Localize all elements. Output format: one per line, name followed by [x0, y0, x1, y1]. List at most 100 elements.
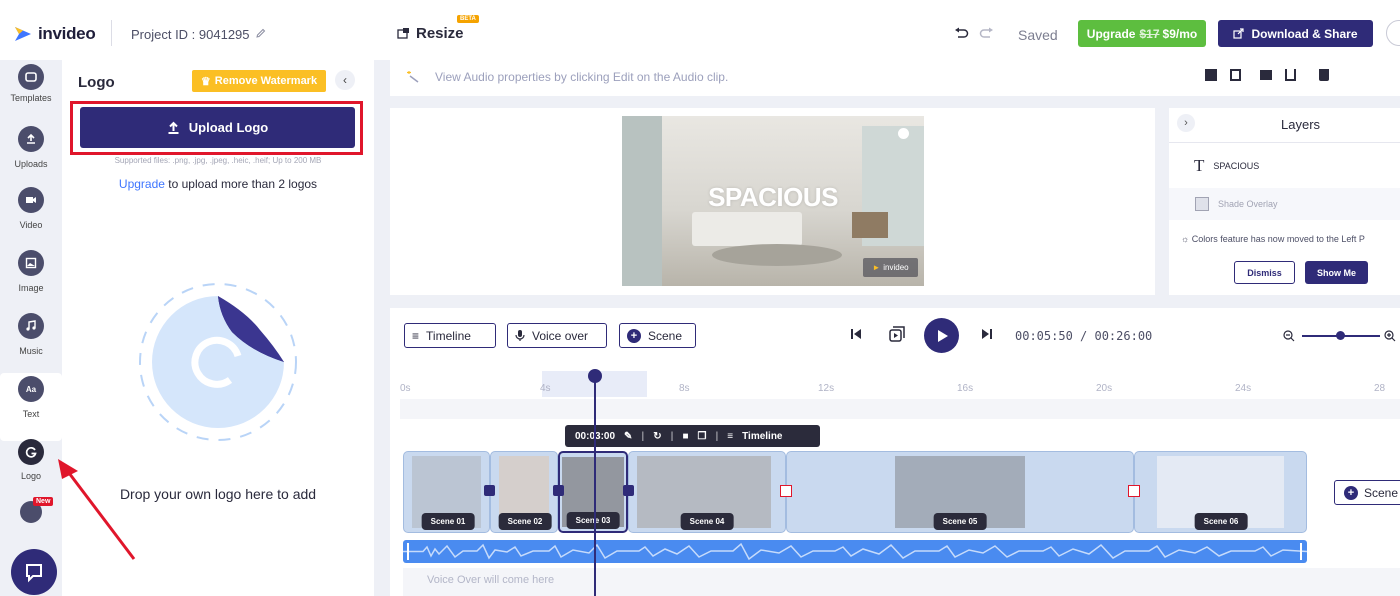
top-bar: invideo Project ID : 9041295 Resize BETA…	[0, 0, 1400, 60]
upgrade-info: Upgrade to upload more than 2 logos	[62, 177, 374, 191]
transition-icon[interactable]	[623, 485, 634, 496]
scene-clip[interactable]: Scene 01	[403, 451, 490, 533]
clip-toolbar: 00:03:00 ✎ | ↻ | ■ ❐ | ≡ Timeline	[565, 425, 820, 447]
voice-over-placeholder: Voice Over will come here	[427, 574, 555, 586]
rail-label-templates: Templates	[10, 93, 52, 103]
replace-icon[interactable]: ↻	[653, 431, 661, 442]
audio-track[interactable]	[403, 540, 1307, 563]
magic-cursor-icon	[407, 71, 419, 83]
layer-item[interactable]: Shade Overlay	[1169, 188, 1400, 220]
voice-over-track[interactable]: Voice Over will come here	[403, 568, 1400, 596]
download-share-button[interactable]: Download & Share	[1218, 20, 1373, 47]
delete-icon[interactable]	[1319, 69, 1329, 81]
zoom-out-icon[interactable]	[1283, 329, 1295, 347]
scene-clip[interactable]: Scene 06	[1134, 451, 1307, 533]
resize-button[interactable]: Resize	[397, 25, 464, 42]
playhead-handle[interactable]	[588, 369, 602, 383]
old-price: $17	[1139, 26, 1160, 41]
upload-logo-button[interactable]: Upload Logo	[80, 107, 355, 148]
redo-icon[interactable]	[979, 27, 994, 40]
ruler-tick: 20s	[1096, 383, 1113, 394]
brand-name: invideo	[38, 24, 96, 43]
timeline-toggle-button[interactable]: ≡ Timeline	[404, 323, 496, 348]
layers-panel: › Layers T SPACIOUS Shade Overlay ☼ Colo…	[1169, 108, 1400, 295]
undo-icon[interactable]	[954, 27, 969, 40]
send-backward-icon[interactable]	[1230, 69, 1241, 81]
dismiss-button[interactable]: Dismiss	[1234, 261, 1295, 284]
transition-icon[interactable]	[484, 485, 495, 496]
add-scene-top-button[interactable]: + Scene	[619, 323, 696, 348]
remove-watermark-button[interactable]: ♛ Remove Watermark	[192, 70, 326, 92]
upgrade-link[interactable]: Upgrade	[119, 177, 165, 191]
voice-over-label: Voice over	[532, 328, 589, 343]
current-time: 00:05:50	[1015, 329, 1073, 343]
crown-icon: ♛	[200, 75, 211, 88]
paste-icon[interactable]	[1285, 69, 1296, 81]
zoom-slider-knob[interactable]	[1336, 331, 1345, 340]
ruler-tick: 12s	[818, 383, 835, 394]
pencil-icon[interactable]	[255, 27, 267, 39]
timeline-icon: ≡	[412, 328, 420, 343]
add-scene-button[interactable]: + Scene	[1334, 480, 1400, 505]
invideo-logo-icon	[15, 27, 31, 41]
profile-avatar[interactable]	[1386, 20, 1400, 46]
layers-toggle-button[interactable]: ›	[1177, 114, 1195, 132]
upgrade-button[interactable]: Upgrade $17 $9/mo	[1078, 20, 1206, 47]
rail-label-music: Music	[19, 346, 43, 356]
chevron-right-icon: ›	[1184, 117, 1188, 129]
scene-clip[interactable]: Scene 04	[628, 451, 786, 533]
scene-clip[interactable]: Scene 02	[490, 451, 558, 533]
scene-label: Scene 06	[1194, 513, 1248, 530]
rail-item-uploads[interactable]: Uploads	[0, 126, 62, 169]
audio-waveform	[403, 542, 1307, 561]
preview-area: SPACIOUS ► invideo	[390, 108, 1155, 295]
transition-icon[interactable]	[553, 485, 564, 496]
rail-item-music[interactable]: Music	[0, 313, 62, 356]
delete-icon[interactable]: ■	[682, 431, 688, 442]
preview-clip-icon[interactable]	[888, 325, 906, 343]
layer-label: Shade Overlay	[1218, 199, 1278, 209]
no-transition-icon[interactable]	[1128, 485, 1140, 497]
timeline-icon: ≡	[727, 430, 734, 442]
scene-clip-selected[interactable]: Scene 03	[558, 451, 628, 533]
play-icon	[937, 329, 948, 342]
ruler-tick: 0s	[400, 383, 411, 394]
clip-timeline-label[interactable]: Timeline	[742, 431, 782, 442]
rail-item-video[interactable]: Video	[0, 187, 62, 230]
upload-icon	[18, 126, 44, 152]
skip-forward-icon[interactable]	[981, 328, 993, 340]
pencil-icon[interactable]: ✎	[624, 431, 632, 442]
brand-logo[interactable]: invideo	[13, 24, 96, 44]
play-button[interactable]	[924, 318, 959, 353]
rail-item-image[interactable]: Image	[0, 250, 62, 293]
ruler-tick: 28	[1374, 383, 1386, 394]
playhead[interactable]	[594, 373, 596, 596]
scene-clip[interactable]: Scene 05	[786, 451, 1134, 533]
copy-icon[interactable]	[1260, 70, 1272, 80]
bring-forward-icon[interactable]	[1205, 69, 1217, 81]
edit-toolbar	[1205, 69, 1329, 81]
share-icon	[1233, 28, 1245, 39]
skip-back-icon[interactable]	[850, 328, 862, 340]
duplicate-icon[interactable]: ❐	[697, 431, 706, 442]
overlay-title[interactable]: SPACIOUS	[622, 182, 924, 213]
time-separator: /	[1072, 329, 1095, 343]
sofa-shape	[692, 212, 802, 246]
video-preview[interactable]: SPACIOUS ► invideo	[622, 116, 924, 286]
voice-over-button[interactable]: Voice over	[507, 323, 607, 348]
show-me-button[interactable]: Show Me	[1305, 261, 1368, 284]
rail-item-text[interactable]: Aa Text	[0, 376, 62, 419]
no-transition-icon[interactable]	[780, 485, 792, 497]
video-icon	[18, 187, 44, 213]
rail-item-templates[interactable]: Templates	[0, 64, 62, 103]
settings-icon[interactable]	[898, 128, 909, 139]
watermark-text: invideo	[883, 263, 909, 272]
rail-label-uploads: Uploads	[14, 159, 48, 169]
zoom-in-icon[interactable]	[1384, 329, 1396, 347]
layer-item[interactable]: T SPACIOUS	[1169, 142, 1400, 188]
plus-circle-icon: +	[627, 328, 641, 343]
divider	[111, 20, 112, 46]
collapse-panel-button[interactable]: ‹	[335, 70, 355, 90]
time-ruler[interactable]: 0s 4s 8s 12s 16s 20s 24s 28	[400, 374, 1400, 419]
scene-label: Scene 03	[566, 512, 620, 529]
